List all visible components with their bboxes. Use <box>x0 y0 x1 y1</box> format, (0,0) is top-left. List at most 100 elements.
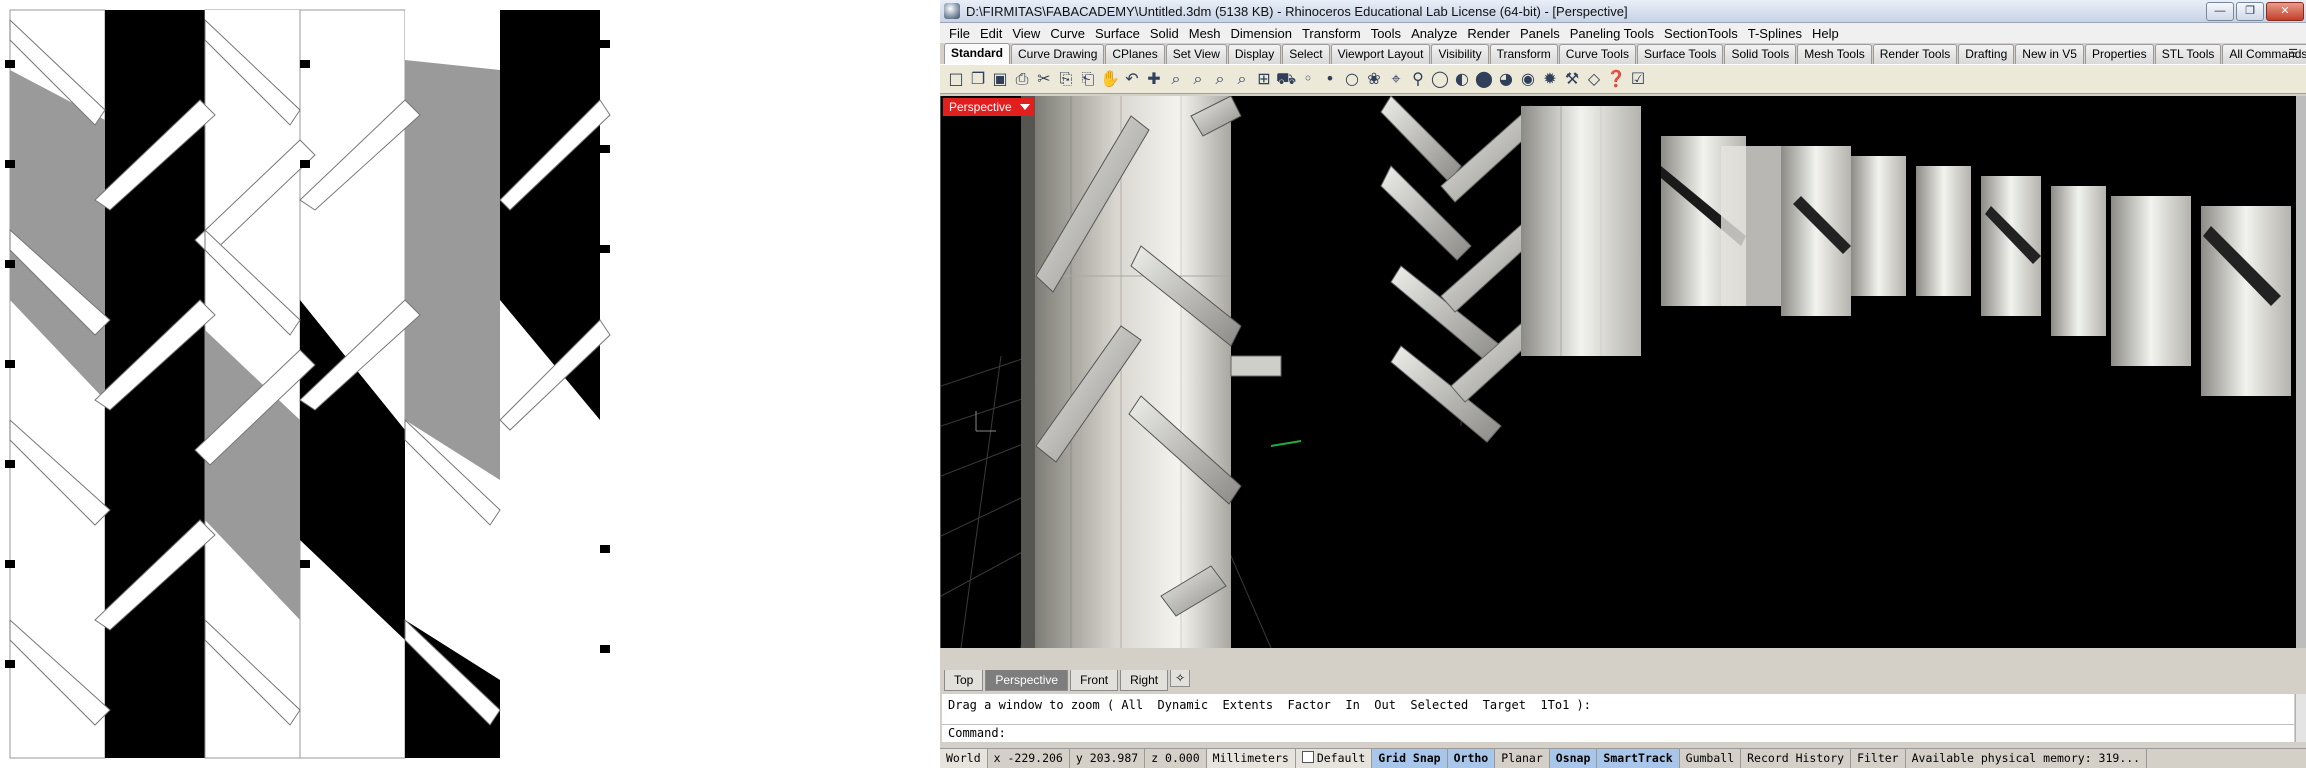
tab-properties[interactable]: Properties <box>2084 44 2154 64</box>
status-cplane[interactable]: World <box>940 749 988 768</box>
paste-icon[interactable]: ⎗ <box>1078 69 1098 89</box>
toggle-filter[interactable]: Filter <box>1851 749 1906 768</box>
image-divider <box>920 0 940 768</box>
tab-select[interactable]: Select <box>1282 44 1330 64</box>
tab-curve-tools[interactable]: Curve Tools <box>1558 44 1636 64</box>
target-icon[interactable]: ⌖ <box>1386 69 1406 89</box>
circle-icon[interactable]: ○ <box>1342 69 1362 89</box>
help-icon[interactable]: ❓ <box>1606 69 1626 89</box>
maximize-button[interactable]: ❐ <box>2236 2 2264 21</box>
tab-standard[interactable]: Standard <box>944 43 1011 64</box>
tab-cplanes[interactable]: CPlanes <box>1105 44 1165 64</box>
render-sphere-icon[interactable]: ◕ <box>1496 69 1516 89</box>
tab-viewport-layout[interactable]: Viewport Layout <box>1330 44 1431 64</box>
toolbar-options-icon[interactable]: ☰ <box>2288 47 2298 60</box>
window-title: D:\FIRMITAS\FABACADEMY\Untitled.3dm (513… <box>966 4 1628 19</box>
tab-visibility[interactable]: Visibility <box>1431 44 1489 64</box>
add-viewport-tab-icon[interactable]: ✧ <box>1170 670 1191 687</box>
toggle-osnap[interactable]: Osnap <box>1549 749 1598 768</box>
viewport-name: Perspective <box>949 100 1012 114</box>
close-button[interactable]: ✕ <box>2266 2 2304 21</box>
menu-render[interactable]: Render <box>1462 26 1515 41</box>
command-input[interactable] <box>1005 726 2288 741</box>
tab-render-tools[interactable]: Render Tools <box>1872 44 1958 64</box>
zoom-window-icon[interactable]: ⌕ <box>1188 69 1208 89</box>
viewport-tab-front[interactable]: Front <box>1070 670 1119 691</box>
four-view-icon[interactable]: ⊞ <box>1254 69 1274 89</box>
material-sphere-icon[interactable]: ◉ <box>1518 69 1538 89</box>
toggle-ortho[interactable]: Ortho <box>1447 749 1496 768</box>
open-file-icon[interactable]: ❐ <box>968 69 988 89</box>
zoom-extents-icon[interactable]: ⌕ <box>1210 69 1230 89</box>
plugin-icon[interactable]: ☑ <box>1628 69 1648 89</box>
tab-set-view[interactable]: Set View <box>1165 44 1227 64</box>
toggle-grid-snap[interactable]: Grid Snap <box>1372 749 1448 768</box>
toggle-smarttrack[interactable]: SmartTrack <box>1597 749 1680 768</box>
viewport-title-perspective[interactable]: Perspective <box>943 98 1034 116</box>
car-icon[interactable]: ⛟ <box>1276 69 1296 89</box>
light-icon[interactable]: ✹ <box>1540 69 1560 89</box>
menu-dimension[interactable]: Dimension <box>1226 26 1297 41</box>
viewport-tab-perspective[interactable]: Perspective <box>985 670 1069 691</box>
layer-name: Default <box>1316 751 1366 765</box>
toggle-record-history[interactable]: Record History <box>1741 749 1852 768</box>
toggle-gumball[interactable]: Gumball <box>1680 749 1742 768</box>
sphere-icon[interactable]: ⬤ <box>1474 69 1494 89</box>
viewport-tab-right[interactable]: Right <box>1120 670 1169 691</box>
tab-new-in-v5[interactable]: New in V5 <box>2015 44 2084 64</box>
menu-transform[interactable]: Transform <box>1297 26 1366 41</box>
dot-icon[interactable]: • <box>1320 69 1340 89</box>
tab-transform[interactable]: Transform <box>1489 44 1558 64</box>
menu-mesh[interactable]: Mesh <box>1184 26 1226 41</box>
minimize-button[interactable]: — <box>2206 2 2234 21</box>
rhino-window: D:\FIRMITAS\FABACADEMY\Untitled.3dm (513… <box>940 0 2306 768</box>
undo-icon[interactable]: ↶ <box>1122 69 1142 89</box>
viewport-menu-arrow-icon[interactable] <box>1019 104 1030 110</box>
copy-icon[interactable]: ⎘ <box>1056 69 1076 89</box>
lamp-icon[interactable]: ⚲ <box>1408 69 1428 89</box>
menu-help[interactable]: Help <box>1807 26 1844 41</box>
save-file-icon[interactable]: ▣ <box>990 69 1010 89</box>
tab-drafting[interactable]: Drafting <box>1958 44 2015 64</box>
menu-analyze[interactable]: Analyze <box>1406 26 1462 41</box>
options-icon[interactable]: ◇ <box>1584 69 1604 89</box>
status-units[interactable]: Millimeters <box>1206 749 1296 768</box>
menu-paneling-tools[interactable]: Paneling Tools <box>1565 26 1659 41</box>
command-scrollbar[interactable] <box>2295 694 2306 742</box>
point-icon[interactable]: ◦ <box>1298 69 1318 89</box>
menu-surface[interactable]: Surface <box>1090 26 1145 41</box>
tools-icon[interactable]: ⚒ <box>1562 69 1582 89</box>
zoom-icon[interactable]: ⌕ <box>1166 69 1186 89</box>
pan-hand-icon[interactable]: ✋ <box>1100 69 1120 89</box>
zoom-selected-icon[interactable]: ⌕ <box>1232 69 1252 89</box>
move-cross-icon[interactable]: ✚ <box>1144 69 1164 89</box>
color-wheel-icon[interactable]: ◐ <box>1452 69 1472 89</box>
mid-cylinder <box>1521 106 1641 356</box>
status-x-coordinate: x -229.206 <box>988 749 1070 768</box>
menu-curve[interactable]: Curve <box>1045 26 1090 41</box>
menu-view[interactable]: View <box>1007 26 1045 41</box>
star-icon[interactable]: ❀ <box>1364 69 1384 89</box>
perspective-viewport[interactable]: Perspective <box>940 96 2297 648</box>
viewport-side-panel <box>2296 96 2306 648</box>
lock-icon[interactable]: ◯ <box>1430 69 1450 89</box>
menu-solid[interactable]: Solid <box>1145 26 1184 41</box>
print-icon[interactable]: ⎙ <box>1012 69 1032 89</box>
tab-curve-drawing[interactable]: Curve Drawing <box>1011 44 1105 64</box>
menu-t-splines[interactable]: T-Splines <box>1743 26 1807 41</box>
menu-section-tools[interactable]: SectionTools <box>1659 26 1743 41</box>
tab-display[interactable]: Display <box>1227 44 1282 64</box>
new-file-icon[interactable]: □ <box>946 69 966 89</box>
menu-tools[interactable]: Tools <box>1366 26 1406 41</box>
status-layer[interactable]: Default <box>1295 749 1373 768</box>
menu-file[interactable]: File <box>944 26 975 41</box>
viewport-tab-top[interactable]: Top <box>944 670 984 691</box>
tab-surface-tools[interactable]: Surface Tools <box>1636 44 1724 64</box>
cut-icon[interactable]: ✂ <box>1034 69 1054 89</box>
tab-stl-tools[interactable]: STL Tools <box>2154 44 2222 64</box>
toggle-planar[interactable]: Planar <box>1495 749 1550 768</box>
menu-panels[interactable]: Panels <box>1515 26 1565 41</box>
menu-edit[interactable]: Edit <box>975 26 1007 41</box>
tab-solid-tools[interactable]: Solid Tools <box>1724 44 1797 64</box>
tab-mesh-tools[interactable]: Mesh Tools <box>1797 44 1872 64</box>
